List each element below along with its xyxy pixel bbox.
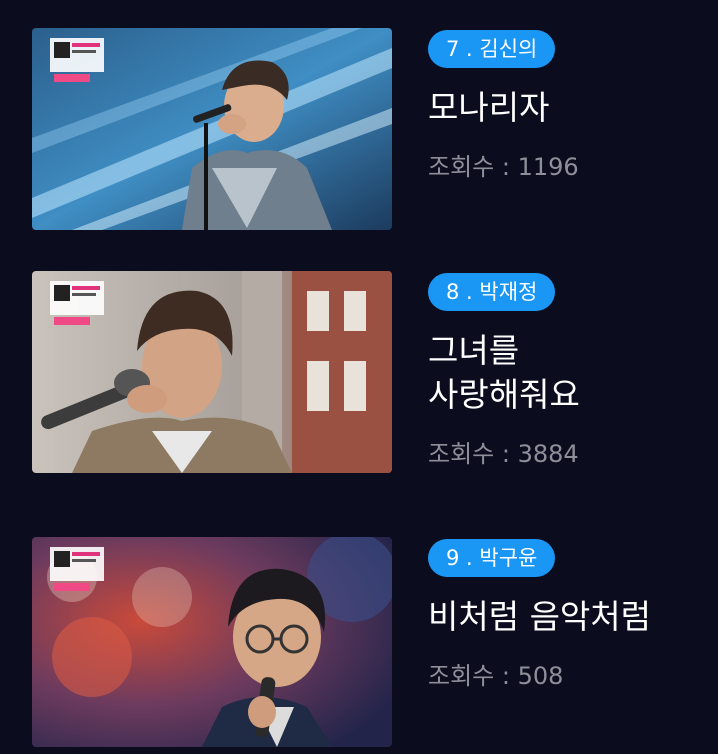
song-title-line: 사랑해줘요 <box>428 375 580 414</box>
video-thumbnail[interactable] <box>32 271 392 473</box>
item-info: 9 . 박구윤 비처럼 음악처럼 조회수 : 508 <box>428 539 651 691</box>
song-title-line: 모나리자 <box>428 88 550 127</box>
view-count: 조회수 : 3884 <box>428 440 579 468</box>
view-count: 조회수 : 508 <box>428 662 564 690</box>
song-title[interactable]: 모나리자 <box>428 86 579 130</box>
item-info: 7 . 김신의 모나리자 조회수 : 1196 <box>428 30 579 182</box>
video-ranking-list: 7 . 김신의 모나리자 조회수 : 1196 8 . 박재정 그녀를 사랑해줘… <box>0 0 718 754</box>
video-thumbnail[interactable] <box>32 28 392 230</box>
song-title-line: 그녀를 <box>428 331 520 370</box>
rank-badge: 8 . 박재정 <box>428 273 556 311</box>
song-title-line: 비처럼 음악처럼 <box>428 597 652 636</box>
rank-badge: 7 . 김신의 <box>428 30 556 68</box>
video-thumbnail[interactable] <box>32 537 392 747</box>
song-title[interactable]: 비처럼 음악처럼 <box>428 595 651 639</box>
item-info: 8 . 박재정 그녀를 사랑해줘요 조회수 : 3884 <box>428 273 580 469</box>
song-title[interactable]: 그녀를 사랑해줘요 <box>428 329 580 417</box>
rank-badge: 9 . 박구윤 <box>428 539 556 577</box>
view-count: 조회수 : 1196 <box>428 153 579 181</box>
